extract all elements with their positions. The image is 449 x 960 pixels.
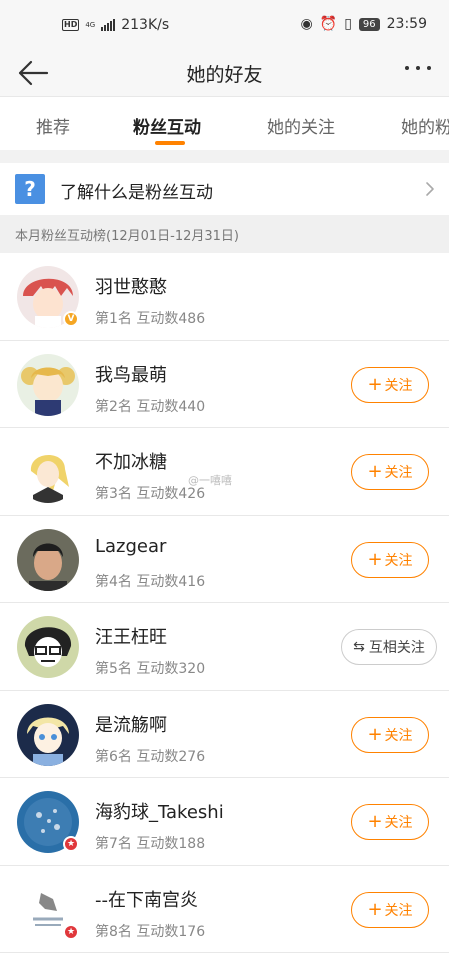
list-item[interactable]: Lazgear 第4名 互动数416 + 关注 (0, 515, 449, 603)
tab-her-fans[interactable]: 她的粉 (401, 113, 449, 138)
swap-icon: ⇆ (353, 639, 365, 655)
follow-button[interactable]: + 关注 (351, 454, 429, 490)
eye-icon: ◉ (300, 16, 313, 32)
plus-icon: + (367, 811, 383, 832)
avatar (17, 616, 79, 678)
list-item[interactable]: V 羽世憨憨 第1名 互动数486 (0, 253, 449, 341)
user-meta: 第7名 互动数188 (95, 836, 206, 852)
vibrate-icon: ▯ (344, 16, 352, 32)
tab-her-following[interactable]: 她的关注 (267, 113, 335, 138)
avatar (17, 703, 79, 766)
user-list: V 羽世憨憨 第1名 互动数486 我鸟最萌 第2名 互动数440 + 关注 不… (0, 253, 449, 953)
user-meta: 第6名 互动数276 (95, 748, 206, 765)
list-item[interactable]: 我鸟最萌 第2名 互动数440 + 关注 (0, 340, 449, 428)
tab-recommend[interactable]: 推荐 (36, 113, 70, 138)
user-name: Lazgear (95, 535, 167, 557)
info-row[interactable]: ? 了解什么是粉丝互动 (0, 163, 449, 215)
page-title: 她的好友 (186, 64, 263, 86)
mutual-follow-button[interactable]: ⇆ 互相关注 (341, 629, 437, 665)
list-item[interactable]: ★ 海豹球_Takeshi 第7名 互动数188 + 关注 (0, 778, 449, 866)
plus-icon: + (367, 373, 383, 395)
nav-bar: 她的好友 (0, 50, 449, 96)
avatar (17, 441, 79, 503)
plus-icon: + (367, 723, 383, 745)
user-name: 不加冰糖 (95, 452, 167, 473)
user-name: 汪王枉旺 (95, 627, 167, 648)
alarm-icon: ⏰ (319, 16, 338, 32)
status-bar: HD 4G 213K/s ◉ ⏰ ▯ 96 23:59 (0, 0, 449, 50)
user-name: 我鸟最萌 (95, 364, 167, 386)
plus-icon: + (367, 898, 383, 920)
follow-button[interactable]: + 关注 (351, 541, 429, 578)
question-icon: ? (15, 174, 45, 204)
signal-icon (101, 19, 116, 31)
user-name: 是流觞啊 (95, 714, 167, 736)
more-dot-icon (427, 66, 431, 70)
tab-indicator (155, 141, 185, 145)
user-name: --在下南宫炎 (95, 889, 198, 911)
watermark: @一嘻嘻 (188, 474, 232, 487)
user-name: 海豹球_Takeshi (95, 802, 224, 823)
user-meta: 第1名 互动数486 (95, 311, 206, 327)
info-label: 了解什么是粉丝互动 (60, 183, 213, 203)
user-meta: 第2名 互动数440 (95, 398, 206, 415)
follow-button[interactable]: + 关注 (351, 366, 429, 403)
verified-badge-icon: V (63, 311, 79, 327)
tab-fan-interaction[interactable]: 粉丝互动 (133, 113, 201, 138)
more-dot-icon (405, 66, 409, 70)
plus-icon: + (367, 461, 383, 482)
section-header: 本月粉丝互动榜(12月01日-12月31日) (0, 215, 449, 253)
chevron-right-icon (426, 182, 434, 196)
avatar (17, 528, 79, 591)
tab-bar: 推荐 粉丝互动 她的关注 她的粉 (0, 96, 449, 150)
more-dot-icon (416, 66, 420, 70)
plus-icon: + (367, 548, 383, 570)
vip-badge-icon: ★ (63, 923, 79, 940)
network-type: 4G (85, 20, 96, 29)
list-item[interactable]: ★ --在下南宫炎 第8名 互动数176 + 关注 (0, 865, 449, 953)
list-item[interactable]: 汪王枉旺 第5名 互动数320 ⇆ 互相关注 (0, 603, 449, 691)
user-name: 羽世憨憨 (95, 277, 167, 298)
battery-icon: 96 (358, 17, 380, 31)
hd-indicator: HD (62, 19, 80, 31)
divider (0, 150, 449, 163)
list-item[interactable]: 是流觞啊 第6名 互动数276 + 关注 (0, 690, 449, 778)
user-meta: 第4名 互动数416 (95, 573, 206, 590)
follow-button[interactable]: + 关注 (351, 716, 429, 753)
vip-badge-icon: ★ (63, 836, 79, 852)
network-speed: 213K/s (121, 17, 170, 33)
more-button[interactable] (405, 66, 431, 70)
user-meta: 第8名 互动数176 (95, 923, 206, 940)
clock: 23:59 (386, 16, 427, 32)
user-meta: 第5名 互动数320 (95, 661, 206, 677)
avatar (17, 353, 79, 416)
follow-button[interactable]: + 关注 (351, 891, 429, 928)
follow-button[interactable]: + 关注 (351, 804, 429, 840)
